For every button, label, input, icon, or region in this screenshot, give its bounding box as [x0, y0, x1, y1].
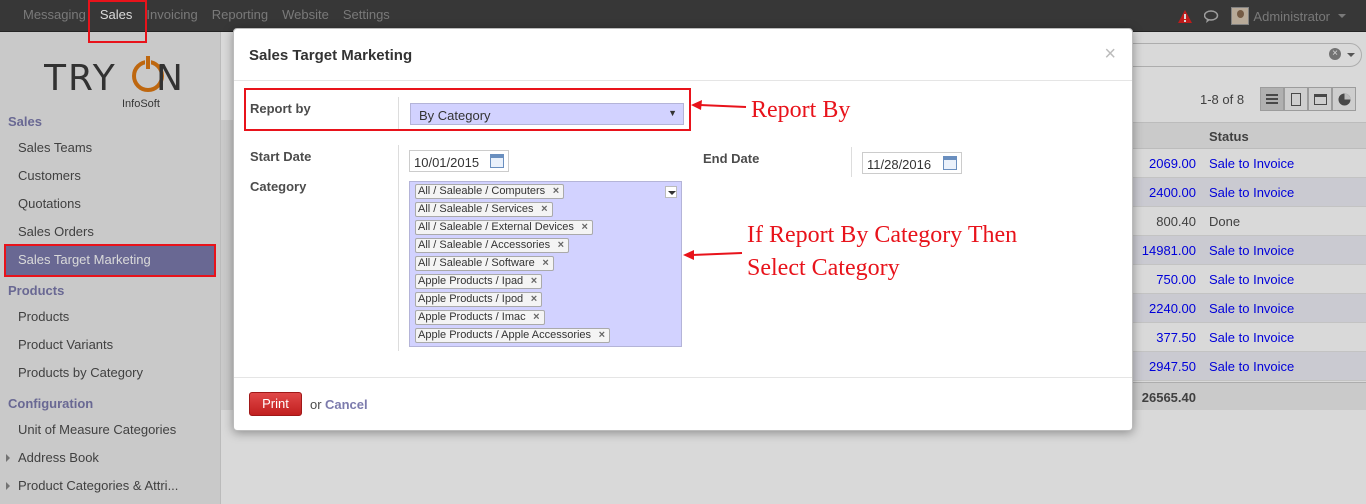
dialog-footer: Print or Cancel — [234, 377, 1132, 431]
category-tag[interactable]: Apple Products / Ipad × — [415, 274, 543, 289]
chevron-down-icon[interactable] — [665, 186, 677, 198]
category-tag[interactable]: All / Saleable / Software × — [415, 256, 554, 271]
remove-tag-icon[interactable]: × — [533, 311, 539, 324]
remove-tag-icon[interactable]: × — [581, 221, 587, 234]
end-date-value: 11/28/2016 — [867, 157, 932, 172]
tag-label: All / Saleable / Software — [418, 257, 535, 269]
end-date-label: End Date — [703, 151, 760, 166]
annotation-category-line1: If Report By Category Then — [747, 222, 1018, 248]
category-tag[interactable]: Apple Products / Ipod × — [415, 292, 543, 307]
category-tag[interactable]: All / Saleable / Services × — [415, 202, 553, 217]
dialog-header: Sales Target Marketing × — [234, 29, 1132, 81]
annotation-box-sales-menu — [88, 0, 147, 43]
remove-tag-icon[interactable]: × — [599, 329, 605, 342]
remove-tag-icon[interactable]: × — [531, 275, 537, 288]
field-divider — [398, 145, 399, 351]
annotation-box-sidebar-item — [4, 244, 216, 277]
annotation-category-line2: Select Category — [747, 255, 900, 281]
category-tag[interactable]: Apple Products / Apple Accessories × — [415, 328, 611, 343]
start-date-input[interactable]: 10/01/2015 — [409, 150, 509, 172]
annotation-box-report-by — [244, 88, 691, 131]
tag-label: All / Saleable / Computers — [418, 185, 546, 197]
annotation-report-by: Report By — [751, 97, 851, 123]
category-tag[interactable]: All / Saleable / Accessories × — [415, 238, 570, 253]
tag-label: Apple Products / Ipod — [418, 293, 524, 305]
start-date-label: Start Date — [250, 149, 312, 164]
remove-tag-icon[interactable]: × — [531, 293, 537, 306]
tag-label: All / Saleable / External Devices — [418, 221, 574, 233]
calendar-icon[interactable] — [490, 154, 504, 168]
cancel-link[interactable]: Cancel — [325, 397, 368, 412]
category-tag[interactable]: Apple Products / Imac × — [415, 310, 545, 325]
category-tag[interactable]: All / Saleable / Computers × — [415, 184, 565, 199]
calendar-icon[interactable] — [943, 156, 957, 170]
end-date-input[interactable]: 11/28/2016 — [862, 152, 962, 174]
remove-tag-icon[interactable]: × — [541, 203, 547, 216]
or-text: or — [310, 397, 322, 412]
field-divider — [851, 147, 852, 177]
dialog-title: Sales Target Marketing — [249, 47, 413, 64]
remove-tag-icon[interactable]: × — [553, 185, 559, 198]
category-tag-input[interactable]: All / Saleable / Computers × All / Saleab… — [409, 181, 682, 347]
tag-label: Apple Products / Ipad — [418, 275, 524, 287]
start-date-value: 10/01/2015 — [414, 155, 480, 170]
category-label: Category — [250, 179, 307, 194]
tag-label: Apple Products / Apple Accessories — [418, 329, 592, 341]
close-icon[interactable]: × — [1104, 43, 1116, 66]
tag-label: All / Saleable / Accessories — [418, 239, 551, 251]
category-tag[interactable]: All / Saleable / External Devices × — [415, 220, 593, 235]
remove-tag-icon[interactable]: × — [542, 257, 548, 270]
remove-tag-icon[interactable]: × — [558, 239, 564, 252]
tag-label: All / Saleable / Services — [418, 203, 534, 215]
tag-label: Apple Products / Imac — [418, 311, 526, 323]
print-button[interactable]: Print — [249, 392, 302, 416]
